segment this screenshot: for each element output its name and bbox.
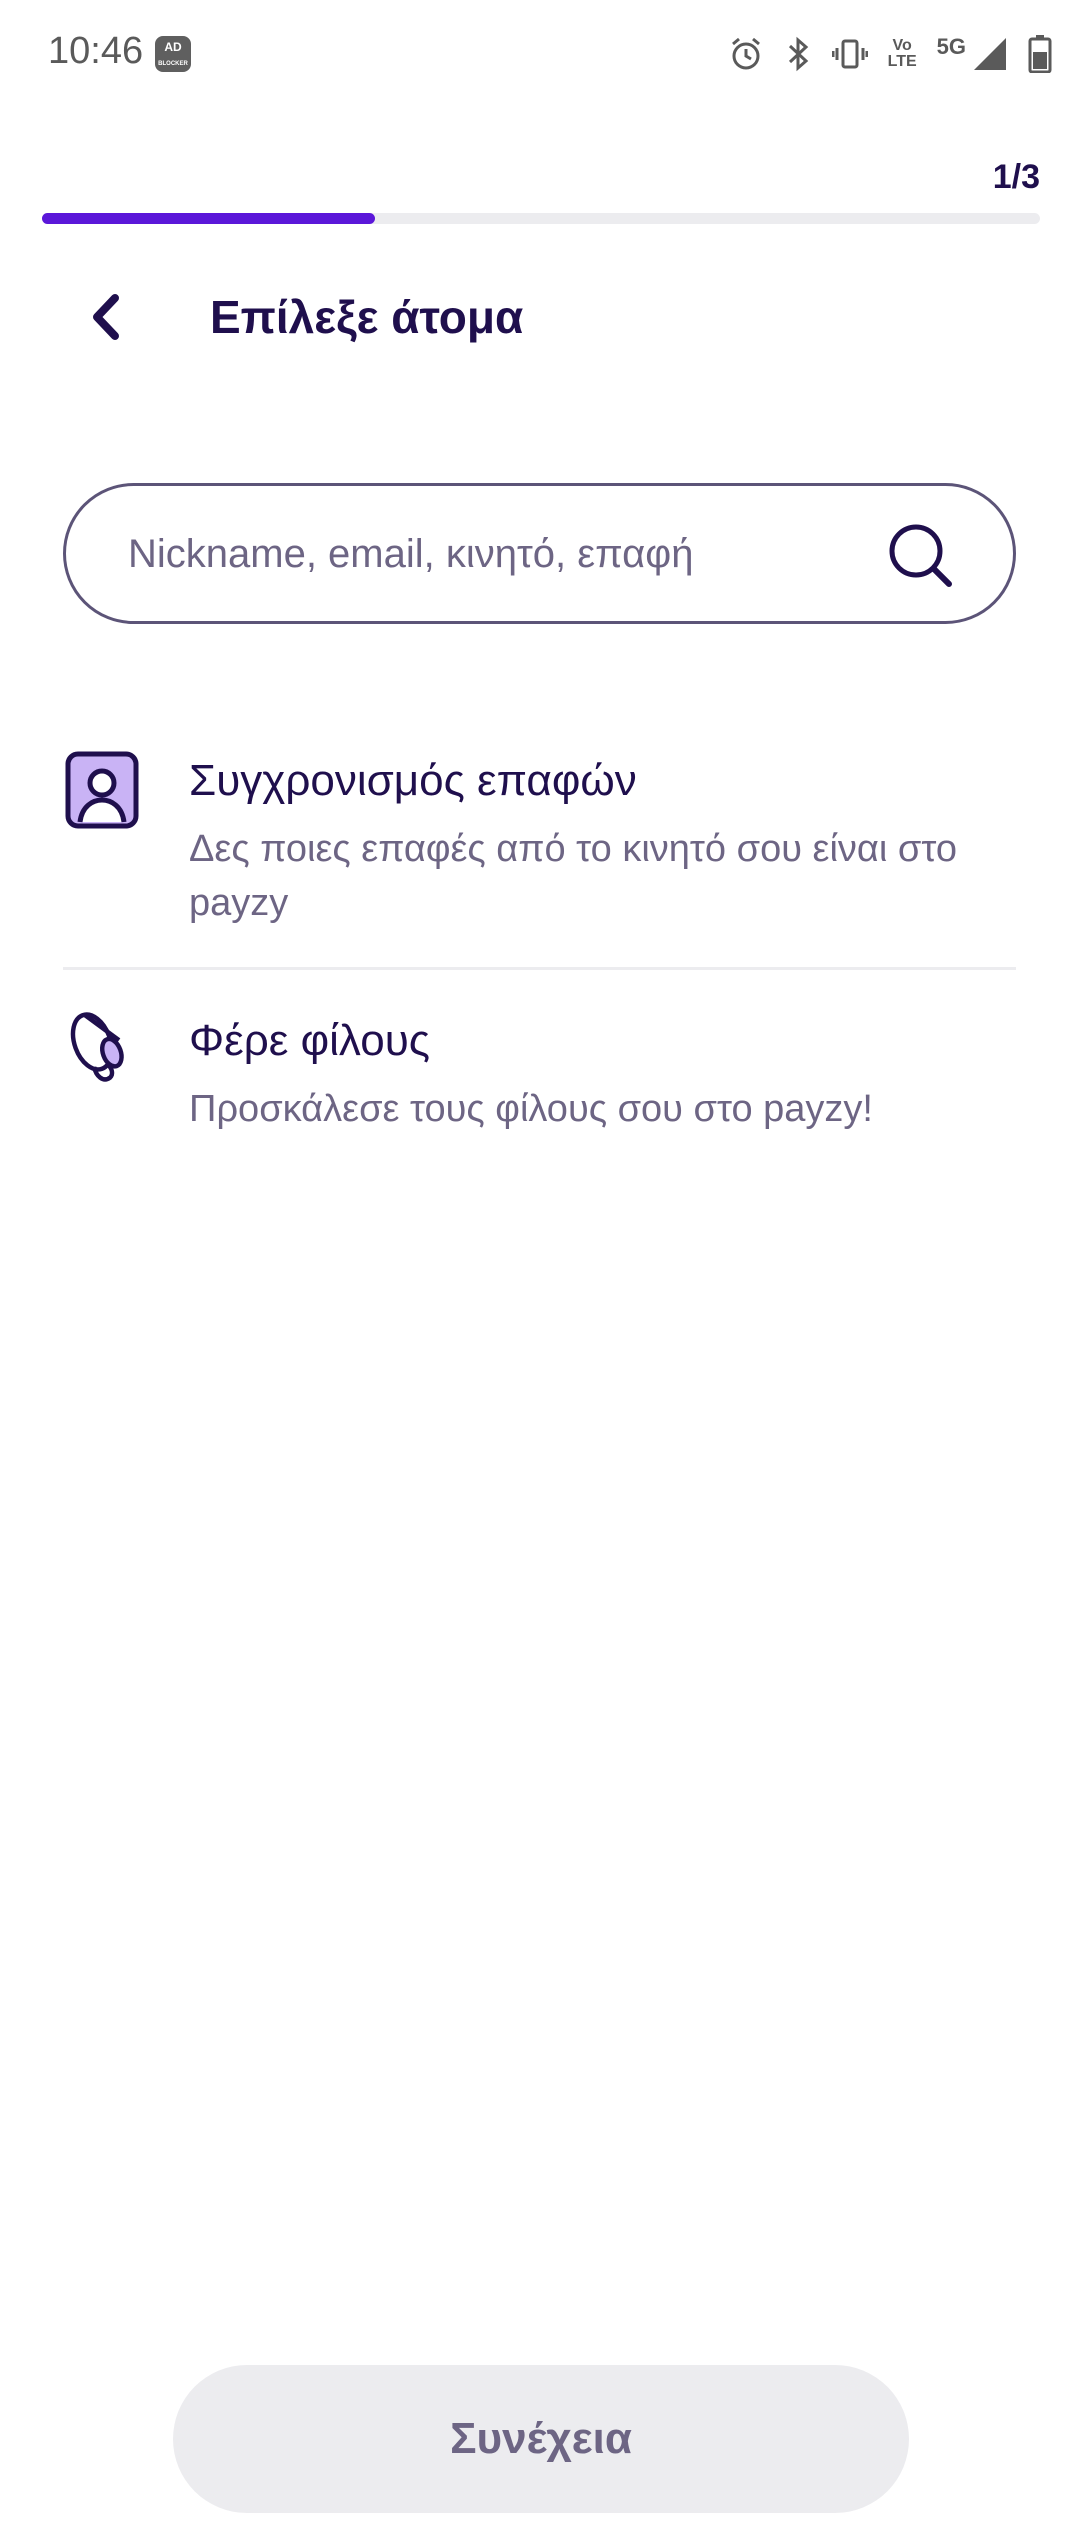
list-item-title: Συγχρονισμός επαφών xyxy=(189,756,637,805)
adblock-icon: AD BLOCKER xyxy=(155,36,191,72)
alarm-icon xyxy=(731,37,760,70)
search-box[interactable] xyxy=(63,483,1016,624)
status-icons: Vo LTE 5G xyxy=(728,32,1052,76)
network-label: 5G xyxy=(936,34,966,59)
list-item-subtitle: Δες ποιες επαφές από το κινητό σου είναι… xyxy=(189,828,957,924)
list-item-invite-friends[interactable]: Φέρε φίλους Προσκάλεσε τους φίλους σου σ… xyxy=(63,1010,1016,1160)
list-item-title: Φέρε φίλους xyxy=(189,1016,430,1065)
status-time: 10:46 xyxy=(48,30,144,72)
battery-icon xyxy=(1028,35,1052,73)
progress-track xyxy=(42,213,1040,224)
progress-label: 1/3 xyxy=(992,158,1040,196)
status-bar: 10:46 AD BLOCKER Vo LTE 5G xyxy=(0,0,1080,110)
list-item-contact-sync[interactable]: Συγχρονισμός επαφών Δες ποιες επαφές από… xyxy=(63,750,1016,970)
bluetooth-icon xyxy=(788,36,808,72)
back-button[interactable] xyxy=(72,282,142,352)
contact-sync-icon xyxy=(65,751,139,829)
signal-icon xyxy=(974,38,1006,70)
page-title: Επίλεξε άτομα xyxy=(210,291,524,343)
megaphone-icon xyxy=(70,1012,124,1082)
volte-icon: Vo LTE xyxy=(887,37,917,70)
progress-fill xyxy=(42,213,375,224)
continue-button[interactable]: Συνέχεια xyxy=(173,2365,909,2513)
chevron-left-icon xyxy=(93,294,119,340)
list-item-subtitle: Προσκάλεσε τους φίλους σου στο payzy! xyxy=(189,1088,873,1130)
search-icon[interactable] xyxy=(885,520,955,590)
screen: 10:46 AD BLOCKER Vo LTE 5G 1/3 Επίλεξε ά… xyxy=(0,0,1080,2532)
divider xyxy=(63,967,1016,970)
search-input[interactable] xyxy=(126,486,890,623)
vibrate-icon xyxy=(831,39,868,69)
